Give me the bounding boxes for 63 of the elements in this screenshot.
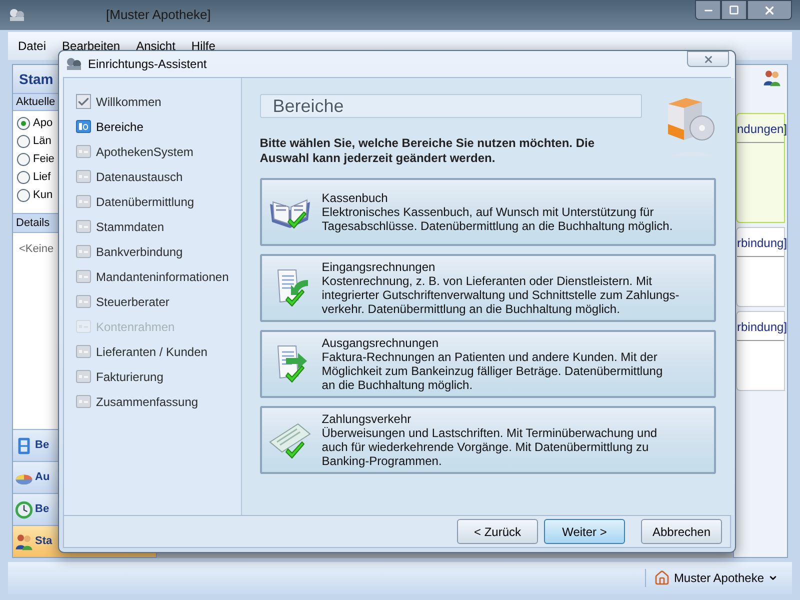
area-description: Tagesabschlüsse. Datenübermittlung an die Buchhaltung möglich.: [322, 219, 673, 233]
step-label[interactable]: Datenaustausch: [96, 168, 183, 186]
step-label[interactable]: Bereiche: [96, 118, 144, 136]
area-title: Eingangsrechnungen: [322, 260, 436, 274]
radio-button[interactable]: [17, 134, 30, 148]
close-icon: [702, 54, 714, 64]
home-icon: [654, 570, 670, 586]
area-card[interactable]: [260, 254, 716, 322]
step-label[interactable]: Fakturierung: [96, 368, 164, 386]
app-logo-icon: [8, 8, 26, 22]
area-title: Kassenbuch: [322, 191, 389, 205]
intro-text: Bitte wählen Sie, welche Bereiche Sie nutzen möchten. Die Auswahl kann jederzeit geändert werden.: [260, 136, 596, 166]
area-title: Zahlungsverkehr: [322, 412, 412, 426]
radio-button[interactable]: [17, 152, 30, 166]
area-description: Banking-Programmen.: [322, 454, 443, 468]
area-description: Überweisungen und Lastschriften. Mit Terminüberwachung und: [322, 426, 658, 440]
dialog-button[interactable]: < Zurück: [457, 519, 538, 544]
dialog-button[interactable]: Abbrechen: [641, 519, 722, 544]
maximize-icon: [729, 5, 739, 15]
area-description: auch für wiederkehrende Vorgänge. Mit Datenübermittlung zu: [322, 440, 650, 454]
radio-button[interactable]: [17, 170, 30, 184]
profile-dropdown[interactable]: Muster Apotheke: [644, 569, 778, 587]
link[interactable]: rbindung]: [737, 234, 788, 252]
people-icon: [15, 532, 33, 550]
step-label[interactable]: Lieferanten / Kunden: [96, 342, 208, 360]
option-label: Apo: [33, 116, 53, 131]
area-description: an die Buchhaltung möglich.: [322, 378, 474, 392]
option-label: Län: [33, 134, 52, 149]
area-card[interactable]: Kassenbuch Elektronisches Kassenbuch, auf Wunsch mit Unterstützung für Tagesabschlüsse. Datenübermittlung an die Buchhaltung möglich.: [260, 178, 716, 246]
details-text: <Keine: [19, 242, 54, 257]
radio-button[interactable]: [17, 188, 30, 202]
step-label[interactable]: Datenübermittlung: [96, 192, 194, 210]
step-label[interactable]: ApothekenSystem: [96, 142, 194, 160]
option-label: Feie: [33, 152, 54, 167]
area-title: Ausgangsrechnungen: [322, 336, 440, 350]
people-icon: [763, 69, 781, 87]
window-title: [Muster Apotheke]: [106, 6, 211, 24]
minimize-button[interactable]: [695, 0, 721, 20]
close-button[interactable]: [687, 51, 729, 67]
step-label[interactable]: Zusammenfassung: [96, 392, 198, 410]
area-description: Möglichkeit zum Bankeinzug fälliger Beträge. Datenübermittlung: [322, 364, 663, 378]
step-label[interactable]: Steuerberater: [96, 292, 170, 310]
option-label: Kun: [33, 188, 53, 203]
area-description: integrierter Gutschriftenverwaltung und Schnittstelle zum Zahlungs-: [322, 288, 680, 302]
step-label[interactable]: Mandanteninformationen: [96, 268, 229, 286]
close-button[interactable]: [747, 0, 792, 20]
menu-item[interactable]: Datei: [18, 37, 46, 55]
radio-button[interactable]: [17, 116, 30, 130]
area-description: Faktura-Rechnungen an Patienten und andere Kunden. Mit der: [322, 350, 658, 364]
clock-icon: [15, 500, 33, 518]
app-logo-icon: [65, 57, 83, 71]
step-label[interactable]: Bankverbindung: [96, 242, 183, 260]
area-description: Kostenrechnung, z. B. von Lieferanten oder Dienstleistern. Mit: [322, 274, 653, 288]
area-description: verkehr. Datenübermittlung an die Buchhaltung möglich.: [322, 302, 621, 316]
option-label: Lief: [33, 170, 51, 185]
link[interactable]: rbindung]: [737, 318, 788, 336]
page-heading: Bereiche: [260, 94, 642, 118]
area-description: Elektronisches Kassenbuch, auf Wunsch mit Unterstützung für: [322, 205, 655, 219]
area-card[interactable]: Ausgangsrechnungen Faktura-Rechnungen an Patienten und andere Kunden. Mit der Möglichkeit zum Bankeinzug fälliger Beträge. Datenübermittlung an die Buchhaltung möglich.: [260, 330, 716, 398]
dialog-button[interactable]: Weiter >: [544, 519, 625, 544]
maximize-button[interactable]: [721, 0, 747, 20]
close-icon: [763, 4, 776, 16]
area-card[interactable]: Zahlungsverkehr Überweisungen und Lastschriften. Mit Terminüberwachung und auch für wiederkehrende Vorgänge. Mit Datenübermittlung zu Banking-Programmen.: [260, 406, 716, 474]
